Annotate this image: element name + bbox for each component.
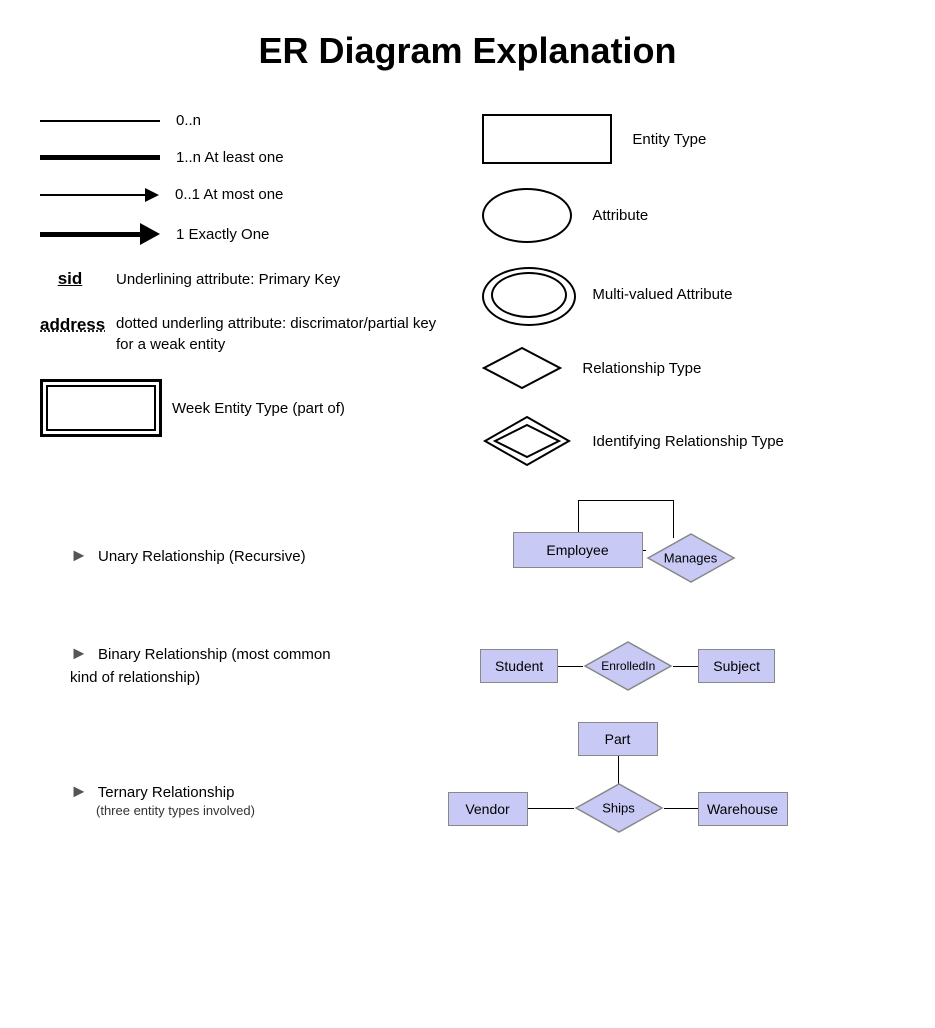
legend-thin-line: 0..n xyxy=(40,102,442,139)
ternary-title: Ternary Relationship xyxy=(98,784,235,801)
weak-entity-label: Week Entity Type (part of) xyxy=(172,400,345,417)
legend-arrow-thin: 0..1 At most one xyxy=(40,176,442,213)
attribute-symbol xyxy=(482,188,572,243)
bullet-icon-2: ► xyxy=(70,643,88,664)
legend-identifying: Identifying Relationship Type xyxy=(442,402,895,480)
arrow-thin-label: 0..1 At most one xyxy=(175,186,283,203)
legend-entity-type: Entity Type xyxy=(442,102,895,176)
part-entity: Part xyxy=(578,722,658,756)
arrow-thick-symbol xyxy=(40,223,160,245)
entity-type-symbol xyxy=(482,114,612,164)
multi-valued-symbol xyxy=(482,267,572,322)
page-title: ER Diagram Explanation xyxy=(40,20,895,72)
unary-section: ► Unary Relationship (Recursive) Employe… xyxy=(40,490,895,620)
legend-address: address dotted underling attribute: disc… xyxy=(40,299,442,365)
unary-label: ► Unary Relationship (Recursive) xyxy=(40,545,360,566)
attribute-label: Attribute xyxy=(592,207,648,224)
student-entity: Student xyxy=(480,649,558,683)
sid-label: Underlining attribute: Primary Key xyxy=(116,271,340,288)
legend-thick-line: 1..n At least one xyxy=(40,139,442,176)
thin-line-label: 0..n xyxy=(176,112,201,129)
legend-multi-valued: Multi-valued Attribute xyxy=(442,255,895,334)
legend-arrow-thick: 1 Exactly One xyxy=(40,213,442,255)
vendor-entity: Vendor xyxy=(448,792,528,826)
binary-title: Binary Relationship (most common kind of… xyxy=(70,646,331,686)
entity-type-label: Entity Type xyxy=(632,131,706,148)
ternary-label: ► Ternary Relationship (three entity typ… xyxy=(40,781,360,819)
arrow-thick-label: 1 Exactly One xyxy=(176,226,269,243)
manages-label: Manages xyxy=(664,551,717,566)
bullet-icon-3: ► xyxy=(70,781,88,802)
bullet-icon: ► xyxy=(70,545,88,566)
unary-title: Unary Relationship (Recursive) xyxy=(98,548,306,565)
sid-symbol: sid xyxy=(40,269,100,289)
weak-entity-symbol xyxy=(46,385,156,431)
identifying-label: Identifying Relationship Type xyxy=(592,433,784,450)
warehouse-entity: Warehouse xyxy=(698,792,788,826)
subject-entity: Subject xyxy=(698,649,775,683)
unary-visual: Employee Manages xyxy=(360,500,895,610)
multi-valued-label: Multi-valued Attribute xyxy=(592,286,732,303)
thin-line-symbol xyxy=(40,120,160,122)
enrolledin-label: EnrolledIn xyxy=(601,659,655,673)
ternary-visual: Part Ships Vendor Warehouse xyxy=(360,722,895,877)
arrow-thin-symbol xyxy=(40,188,159,202)
thick-line-symbol xyxy=(40,155,160,160)
legend-weak-entity: Week Entity Type (part of) xyxy=(40,375,442,441)
legend-sid: sid Underlining attribute: Primary Key xyxy=(40,259,442,299)
binary-section: ► Binary Relationship (most common kind … xyxy=(40,630,895,702)
ternary-subtitle: (three entity types involved) xyxy=(70,803,255,818)
ships-label: Ships xyxy=(602,801,635,816)
legend-attribute: Attribute xyxy=(442,176,895,255)
address-symbol: address xyxy=(40,315,100,335)
relationship-label: Relationship Type xyxy=(582,360,701,377)
ternary-section: ► Ternary Relationship (three entity typ… xyxy=(40,712,895,887)
thick-line-label: 1..n At least one xyxy=(176,149,284,166)
relationship-symbol xyxy=(482,346,562,390)
binary-visual: Student EnrolledIn Subject xyxy=(360,640,895,692)
legend-relationship: Relationship Type xyxy=(442,334,895,402)
address-label: dotted underling attribute: discrimator/… xyxy=(116,313,442,355)
binary-label: ► Binary Relationship (most common kind … xyxy=(40,643,360,689)
employee-entity: Employee xyxy=(513,532,643,568)
identifying-symbol xyxy=(482,414,572,468)
